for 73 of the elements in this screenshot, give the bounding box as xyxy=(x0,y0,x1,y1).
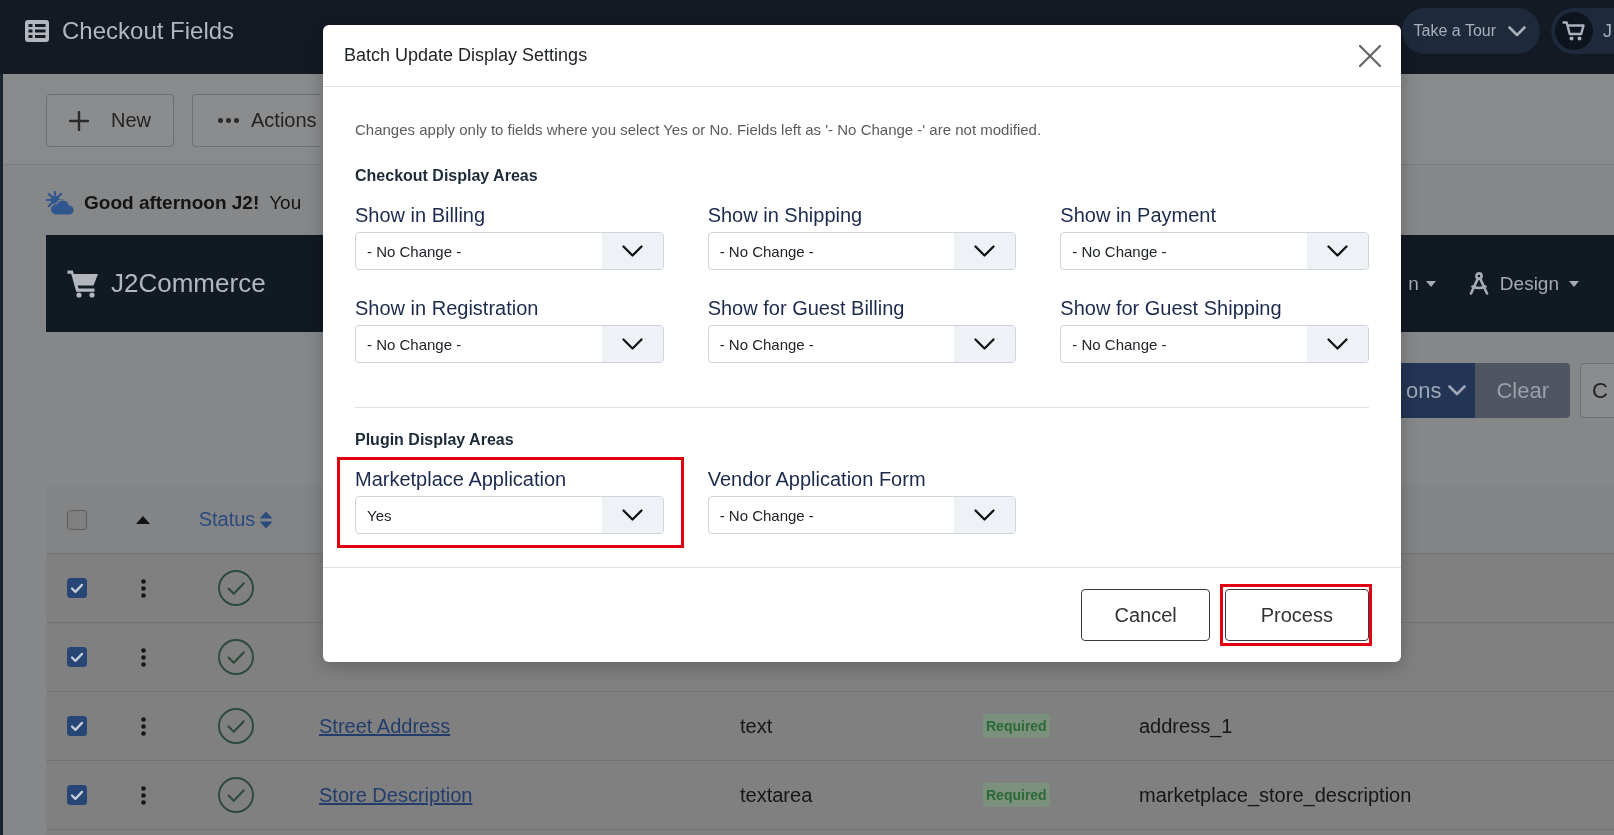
select-field[interactable]: - No Change - xyxy=(355,232,664,270)
field-label: Show for Guest Billing xyxy=(707,296,905,320)
chevron-down-icon xyxy=(601,497,663,533)
greeting-text: Good afternoon J2! You xyxy=(84,192,302,214)
table-cell: textarea xyxy=(740,783,813,807)
intro-text: Changes apply only to fields where you select Yes or No. Fields left as '- No Change -' are not modified. xyxy=(355,120,1043,140)
chevron-down-icon xyxy=(1448,385,1467,396)
compass-icon xyxy=(1467,272,1490,295)
required-badge: Required xyxy=(983,783,1050,807)
caret-icon xyxy=(1425,280,1436,287)
chevron-down-icon xyxy=(1508,25,1526,37)
dropdown-button[interactable]: ons xyxy=(1398,363,1476,418)
row-checkbox[interactable] xyxy=(67,785,87,805)
select-field[interactable]: Yes xyxy=(355,496,664,534)
field-label: Vendor Application Form xyxy=(707,467,926,491)
field-label: Show in Shipping xyxy=(707,203,863,227)
page-button[interactable]: C xyxy=(1580,363,1614,418)
select-field[interactable]: - No Change - xyxy=(1060,325,1369,363)
plus-icon xyxy=(69,110,89,131)
process-button[interactable]: Process xyxy=(1224,589,1369,641)
field-label: Show in Billing xyxy=(355,203,486,227)
section-heading: Plugin Display Areas xyxy=(355,430,515,450)
field-label: Show in Payment xyxy=(1060,203,1216,227)
chevron-down-icon xyxy=(601,233,663,269)
row-checkbox[interactable] xyxy=(67,578,87,598)
select-all-checkbox[interactable] xyxy=(67,509,87,530)
select-field[interactable]: - No Change - xyxy=(355,325,664,363)
table-cell: text xyxy=(740,714,773,738)
select-field[interactable]: - No Change - xyxy=(707,325,1017,363)
actions-button[interactable]: Actions xyxy=(192,94,320,147)
required-badge: Required xyxy=(983,714,1050,738)
select-field[interactable]: - No Change - xyxy=(1060,232,1369,270)
chevron-down-icon xyxy=(954,233,1016,269)
sort-up-icon[interactable] xyxy=(136,515,150,524)
check-circle-icon[interactable] xyxy=(218,639,254,675)
close-icon[interactable] xyxy=(1359,44,1381,67)
kebab-menu-icon[interactable] xyxy=(140,785,146,805)
kebab-menu-icon[interactable] xyxy=(140,647,146,667)
chevron-down-icon xyxy=(954,326,1016,362)
brand-name: J2Commerce xyxy=(111,268,266,299)
select-field[interactable]: - No Change - xyxy=(707,232,1017,270)
chevron-down-icon xyxy=(954,497,1016,533)
cart-icon xyxy=(1555,12,1593,50)
field-label: Marketplace Application xyxy=(355,467,567,491)
page-title: Checkout Fields xyxy=(62,17,235,45)
table-cell: address_1 xyxy=(1139,714,1233,738)
weather-icon xyxy=(46,191,74,215)
table-cell: marketplace_store_description xyxy=(1139,783,1412,807)
ellipsis-icon xyxy=(218,118,239,123)
check-circle-icon[interactable] xyxy=(218,570,254,606)
new-button[interactable]: New xyxy=(46,94,174,147)
check-circle-icon[interactable] xyxy=(218,777,254,813)
chevron-down-icon xyxy=(1307,233,1368,269)
user-menu-button[interactable]: J xyxy=(1551,8,1614,54)
list-icon xyxy=(25,20,49,42)
check-circle-icon[interactable] xyxy=(218,708,254,744)
row-checkbox[interactable] xyxy=(67,716,87,736)
cancel-button[interactable]: Cancel xyxy=(1081,589,1210,641)
modal-title: Batch Update Display Settings xyxy=(344,45,588,66)
chevron-down-icon xyxy=(1307,326,1368,362)
nav-menu-button[interactable]: n xyxy=(1408,272,1436,295)
tour-button[interactable]: Take a Tour xyxy=(1401,8,1540,54)
cart-icon xyxy=(67,269,99,298)
field-label: Show for Guest Shipping xyxy=(1060,296,1282,320)
select-field[interactable]: - No Change - xyxy=(707,496,1017,534)
field-label: Show in Registration xyxy=(355,296,539,320)
kebab-menu-icon[interactable] xyxy=(140,716,146,736)
section-heading: Checkout Display Areas xyxy=(355,166,539,186)
caret-icon xyxy=(1569,280,1579,287)
nav-menu-button[interactable]: Design xyxy=(1467,272,1579,295)
chevron-down-icon xyxy=(601,326,663,362)
row-checkbox[interactable] xyxy=(67,647,87,667)
kebab-menu-icon[interactable] xyxy=(140,578,146,598)
